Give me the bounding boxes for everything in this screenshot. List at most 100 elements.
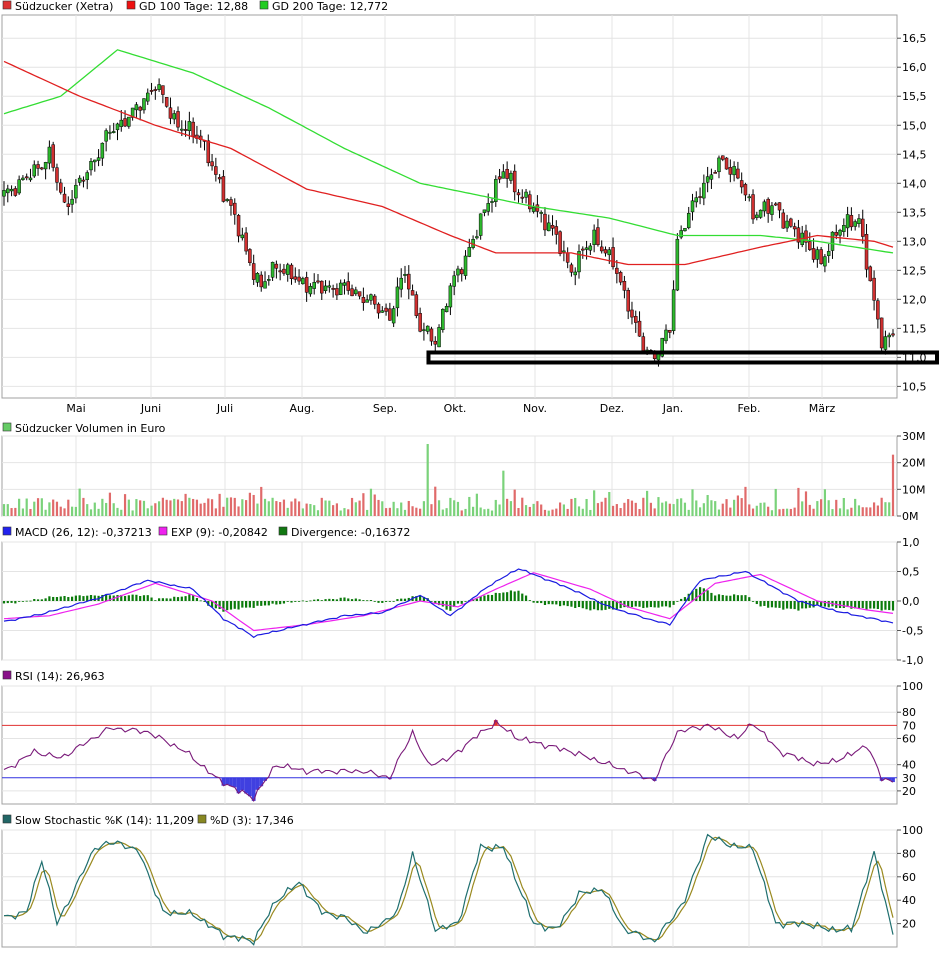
volume-bar [479,507,482,516]
volume-bar [751,508,755,516]
month-label: Okt. [444,402,467,415]
candle-body [342,282,347,286]
volume-bar [536,501,539,516]
candle-body [618,272,623,283]
volume-bar [169,500,172,516]
legend-volume-label: Südzucker Volumen in Euro [15,422,166,435]
candle-body [214,166,218,175]
volume-bar [888,502,891,516]
price-tick-label: 15,0 [902,119,927,132]
volume-bar [403,509,407,516]
volume-bar [657,497,660,516]
candle-body [316,280,320,283]
divergence-bar [619,601,622,609]
legend-swatch-stoch-d [197,814,207,824]
volume-bar [93,502,96,516]
volume-bar [377,499,380,516]
volume-bar [195,499,199,516]
divergence-bar [400,598,403,601]
rsi-30-label: 30 [902,772,916,785]
rsi-oversold-fill [232,777,237,788]
divergence-bar [339,597,342,601]
candle-body [6,188,10,194]
candle-body [13,188,18,196]
divergence-bar [536,601,539,604]
divergence-bar [589,601,592,611]
divergence-bar [252,601,255,608]
volume-bar [449,497,452,516]
stoch-tick-label: 40 [902,894,916,907]
candle-body [225,199,229,201]
divergence-bar [540,601,543,604]
volume-bar [797,487,800,516]
price-tick-label: 16,0 [902,61,927,74]
divergence-bar [343,597,346,601]
divergence-bar [608,601,611,609]
volume-bar [392,501,395,516]
legend-swatch-volume [2,422,12,432]
price-panel: 10,511,011,512,012,513,013,514,014,515,0… [1,14,939,415]
candle-body [724,157,729,170]
volume-bar [252,494,255,516]
divergence-bar [793,601,796,610]
candle-body [815,249,820,260]
candle-body [773,203,778,206]
candle-body [592,229,596,245]
volume-bar [884,502,887,516]
candle-body [51,144,55,168]
candle-body [289,264,294,279]
volume-bar [630,500,634,516]
volume-bar [33,501,36,516]
month-label: Dez. [600,402,625,415]
candle-body [826,251,831,256]
volume-bar [857,505,861,516]
candle-body [702,182,706,199]
divergence-bar [29,600,32,602]
volume-bar [453,500,456,516]
candle-body [611,247,615,268]
candle-body [758,209,763,218]
candle-body [47,146,52,164]
divergence-bar [857,601,861,609]
volume-bar [241,499,244,516]
candle-body [9,188,14,192]
volume-bar [396,508,399,516]
volume-bar [638,509,641,516]
divergence-bar [33,599,36,601]
legend-price-label: Südzucker (Xetra) [15,0,113,13]
volume-bar [290,501,293,516]
volume-bar [789,508,792,516]
volume-bar [237,506,240,516]
volume-bar [434,486,437,516]
divergence-bar [865,601,868,610]
volume-bar [63,508,66,516]
candle-body [403,273,407,276]
volume-bar [680,498,683,516]
divergence-bar [18,601,21,602]
volume-bar [785,508,789,516]
volume-panel: 0M 10M 20M 30M [1,430,926,523]
volume-bar [48,502,51,516]
candle-body [743,184,748,196]
volume-bar [820,499,823,516]
candle-body [425,325,430,332]
candle-body [149,90,154,92]
volume-tick-label: 0M [902,510,919,523]
volume-bar [627,499,630,516]
volume-bar [782,508,785,516]
volume-bar [301,508,304,516]
divergence-bar [369,600,373,601]
candle-body [388,308,392,321]
volume-bar [600,501,603,516]
candle-body [372,295,377,305]
candle-body [781,212,786,229]
divergence-bar [717,594,721,601]
volume-bar [524,505,528,516]
divergence-bar [36,599,40,601]
divergence-bar [256,601,259,606]
volume-bar [55,501,59,516]
candle-body [331,288,335,290]
divergence-bar [748,597,751,601]
divergence-bar [774,601,777,608]
month-label: Jan. [662,402,683,415]
